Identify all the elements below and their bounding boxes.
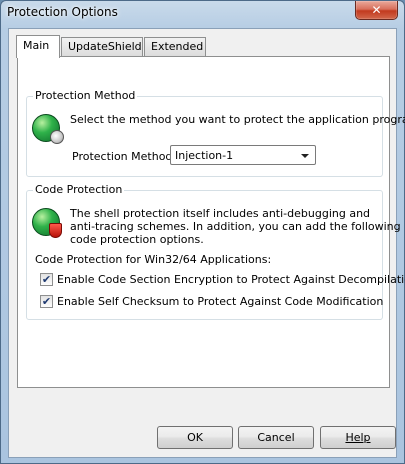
shield-icon (49, 223, 62, 238)
code-protection-description-line3: code protection options. (70, 233, 204, 246)
code-protection-description-line2: anti-tracing schemes. In addition, you c… (70, 220, 401, 233)
cancel-button-label: Cancel (257, 431, 295, 444)
window-title: Protection Options (7, 5, 118, 19)
close-button[interactable]: ✕ (355, 1, 398, 20)
code-protection-description-line1: The shell protection itself includes ant… (70, 207, 371, 220)
tab-extended[interactable]: Extended (144, 37, 206, 56)
code-protection-group-label: Code Protection (33, 183, 125, 196)
code-protection-group: Code Protection The shell protection its… (26, 183, 405, 320)
protection-method-group: Protection Method Select the method you … (26, 89, 405, 177)
protection-options-window: Protection Options ✕ Main UpdateShield E… (0, 0, 405, 464)
protection-method-selected-value: Injection-1 (175, 149, 234, 162)
ok-button[interactable]: OK (157, 426, 233, 449)
self-checksum-checkbox[interactable]: ✔ (40, 295, 53, 308)
ok-button-label: OK (187, 431, 203, 444)
help-button-label: Help (345, 431, 371, 444)
win-applications-label: Code Protection for Win32/64 Application… (35, 253, 272, 266)
protection-method-group-label: Protection Method (33, 89, 138, 102)
protection-method-select[interactable]: Injection-1 (170, 145, 316, 165)
chevron-down-icon (301, 154, 309, 158)
self-checksum-option[interactable]: ✔ Enable Self Checksum to Protect Agains… (40, 295, 383, 309)
protection-method-description: Select the method you want to protect th… (70, 113, 405, 126)
cancel-button[interactable]: Cancel (238, 426, 314, 449)
protection-method-field-label: Protection Method: (72, 150, 177, 163)
code-encryption-label[interactable]: Enable Code Section Encryption to Protec… (57, 273, 405, 286)
tab-updateshield[interactable]: UpdateShield (61, 37, 143, 56)
code-encryption-option[interactable]: ✔ Enable Code Section Encryption to Prot… (40, 273, 405, 287)
code-encryption-checkbox[interactable]: ✔ (40, 273, 53, 286)
dialog-client-area: Main UpdateShield Extended Protection Me… (8, 28, 405, 458)
tab-main[interactable]: Main (16, 35, 60, 58)
gear-icon (50, 130, 64, 144)
tab-panel-main: Protection Method Select the method you … (17, 56, 405, 388)
self-checksum-label[interactable]: Enable Self Checksum to Protect Against … (57, 295, 383, 308)
help-button[interactable]: Help (320, 426, 396, 449)
title-bar[interactable]: Protection Options ✕ (1, 1, 404, 25)
